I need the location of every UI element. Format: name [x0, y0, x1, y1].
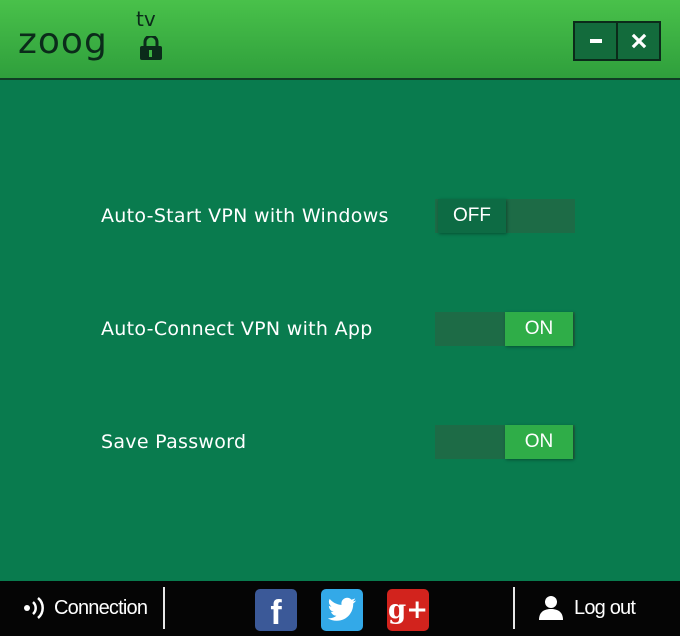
- auto-start-toggle[interactable]: OFF: [435, 199, 575, 233]
- logo-superscript: tv: [136, 7, 156, 31]
- footer-divider: [513, 587, 515, 629]
- close-icon: [631, 33, 646, 49]
- save-password-toggle[interactable]: ON: [435, 425, 575, 459]
- setting-label: Auto-Connect VPN with App: [101, 318, 373, 340]
- googleplus-button[interactable]: g+: [387, 589, 429, 631]
- footer-bar: Connection f g+ Log out: [0, 581, 680, 636]
- setting-label: Auto-Start VPN with Windows: [101, 205, 389, 227]
- connection-label: Connection: [54, 596, 148, 619]
- setting-auto-start: Auto-Start VPN with Windows OFF: [0, 199, 680, 235]
- window-controls: [573, 21, 661, 61]
- lock-icon: [140, 36, 162, 60]
- toggle-state: OFF: [438, 199, 506, 233]
- user-icon: [539, 596, 563, 620]
- logout-label: Log out: [574, 596, 636, 619]
- footer-divider: [163, 587, 165, 629]
- toggle-state: ON: [505, 312, 573, 346]
- facebook-button[interactable]: f: [255, 589, 297, 632]
- setting-auto-connect: Auto-Connect VPN with App ON: [0, 312, 680, 348]
- setting-save-password: Save Password ON: [0, 425, 680, 461]
- minimize-icon: [589, 39, 602, 43]
- logo-text: zoog: [18, 21, 108, 62]
- facebook-icon: f: [270, 593, 282, 632]
- auto-connect-toggle[interactable]: ON: [435, 312, 575, 346]
- title-bar: zoog tv: [0, 0, 680, 80]
- setting-label: Save Password: [101, 431, 247, 453]
- minimize-button[interactable]: [575, 23, 616, 59]
- logout-button[interactable]: Log out: [538, 595, 636, 621]
- googleplus-icon: g+: [388, 595, 428, 625]
- twitter-icon: [327, 597, 357, 621]
- signal-icon: [24, 597, 44, 619]
- close-button[interactable]: [616, 23, 659, 59]
- connection-button[interactable]: Connection: [22, 595, 148, 621]
- twitter-button[interactable]: [321, 589, 363, 631]
- zoogtv-logo: zoog tv: [18, 8, 178, 70]
- toggle-state: ON: [505, 425, 573, 459]
